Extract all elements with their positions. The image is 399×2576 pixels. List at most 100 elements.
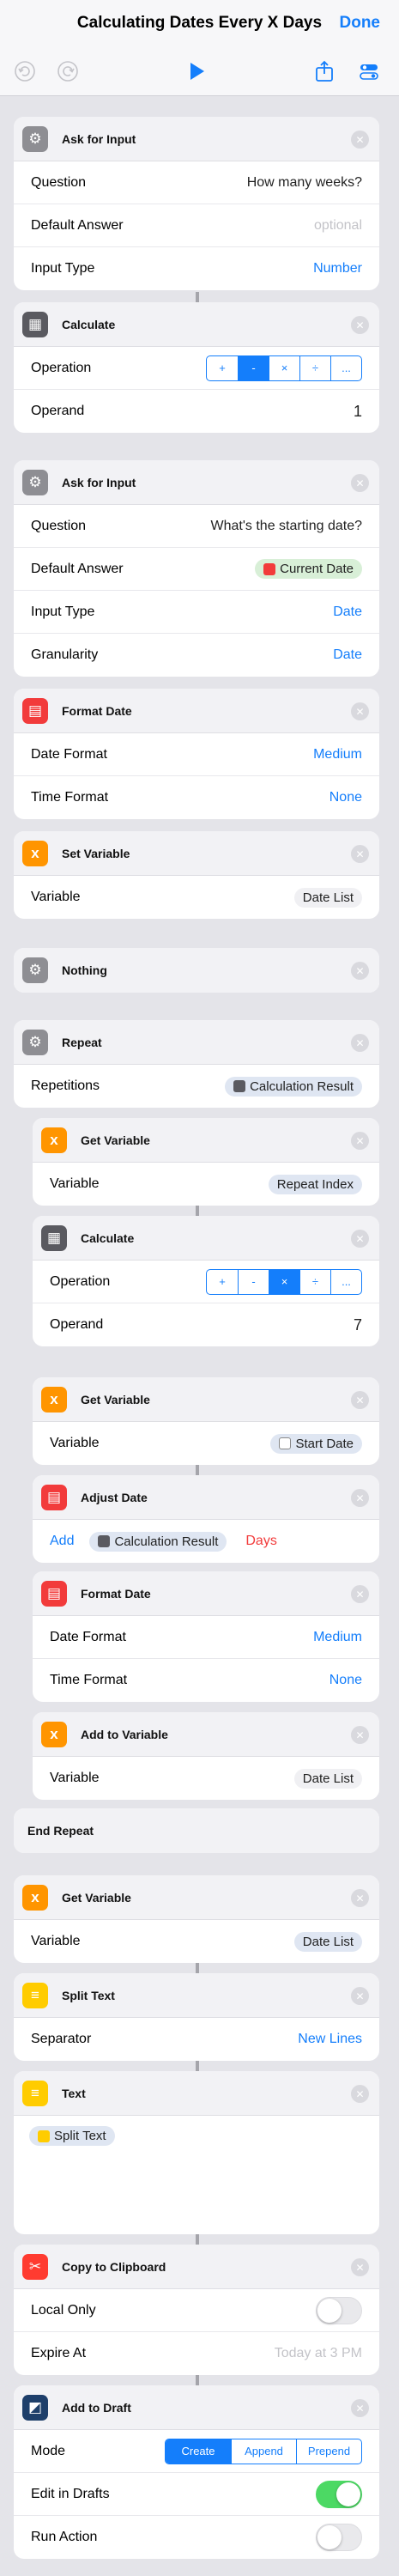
operation-segmented-control[interactable]: + - × ÷ ... [206,355,362,381]
close-icon[interactable]: ✕ [351,474,369,492]
redo-icon[interactable] [57,60,79,82]
current-date-token[interactable]: Current Date [255,559,362,579]
action-title: Nothing [62,963,107,977]
operand-value[interactable]: 1 [354,403,362,421]
param-label: Mode [31,2443,66,2458]
close-icon[interactable]: ✕ [351,2085,369,2103]
close-icon[interactable]: ✕ [351,1230,369,1248]
op-divide[interactable]: ÷ [299,1269,330,1294]
action-end-repeat[interactable]: End Repeat [14,1808,379,1853]
close-icon[interactable]: ✕ [351,131,369,149]
action-repeat[interactable]: ⚙ Repeat ✕ Repetitions Calculation Result [14,1020,379,1108]
question-value[interactable]: How many weeks? [247,175,362,191]
op-plus[interactable]: + [207,356,238,380]
play-icon[interactable] [185,60,208,82]
close-icon[interactable]: ✕ [351,1391,369,1409]
action-add-to-variable[interactable]: x Add to Variable ✕ Variable Date List [33,1712,379,1800]
start-date-token[interactable]: Start Date [270,1433,362,1454]
calculation-result-token[interactable]: Calculation Result [89,1531,227,1552]
date-format-value[interactable]: Medium [313,1630,362,1645]
operation-segmented-control[interactable]: + - × ÷ ... [206,1268,362,1295]
action-adjust-date[interactable]: ▤ Adjust Date ✕ Add Calculation Result Day… [33,1475,379,1563]
local-only-toggle[interactable] [316,2296,362,2324]
action-ask-for-input[interactable]: ⚙ Ask for Input ✕ Question What's the start… [14,460,379,677]
op-multiply[interactable]: × [269,355,299,380]
op-minus[interactable]: - [238,355,269,380]
expire-at-placeholder[interactable]: Today at 3 PM [275,2346,362,2361]
settings-icon[interactable] [358,60,380,82]
action-calculate[interactable]: ▦ Calculate ✕ Operation + - × ÷ ... Operan… [14,302,379,433]
calculation-result-token[interactable]: Calculation Result [225,1076,362,1097]
close-icon[interactable]: ✕ [351,1585,369,1603]
close-icon[interactable]: ✕ [351,1987,369,2005]
mode-prepend[interactable]: Prepend [296,2439,361,2464]
action-format-date[interactable]: ▤ Format Date ✕ Date Format Medium Time For… [33,1571,379,1702]
close-icon[interactable]: ✕ [351,2258,369,2276]
run-action-toggle[interactable] [316,2524,362,2551]
undo-icon[interactable] [14,60,36,82]
close-icon[interactable]: ✕ [351,962,369,980]
param-label: Operation [50,1273,111,1289]
operation-add[interactable]: Add [50,1534,74,1549]
split-text-token[interactable]: Split Text [29,2126,115,2146]
edit-in-drafts-toggle[interactable] [316,2480,362,2508]
time-format-value[interactable]: None [329,790,362,805]
op-minus[interactable]: - [238,1269,269,1294]
date-list-token[interactable]: Date List [293,1931,362,1952]
op-more[interactable]: ... [330,355,361,380]
param-label: Edit in Drafts [31,2486,110,2501]
done-button[interactable]: Done [340,14,381,33]
mode-append[interactable]: Append [231,2439,296,2464]
mode-segmented-control[interactable]: Create Append Prepend [165,2438,362,2464]
input-type-value[interactable]: Number [313,261,362,276]
separator-value[interactable]: New Lines [298,2032,362,2047]
action-add-to-draft[interactable]: ◩ Add to Draft ✕ Mode Create Append Prepen… [14,2385,379,2559]
granularity-value[interactable]: Date [333,647,362,663]
action-split-text[interactable]: ≡ Split Text ✕ Separator New Lines [14,1973,379,2061]
variable-name[interactable]: Date List [293,887,362,908]
op-more[interactable]: ... [330,1269,361,1294]
action-title: Ask for Input [62,131,136,146]
action-copy-to-clipboard[interactable]: ✂ Copy to Clipboard ✕ Local Only Expire At… [14,2245,379,2375]
close-icon[interactable]: ✕ [351,845,369,863]
close-icon[interactable]: ✕ [351,1726,369,1744]
action-format-date[interactable]: ▤ Format Date ✕ Date Format Medium Time For… [14,689,379,819]
text-body[interactable]: Split Text [14,2116,379,2157]
default-answer-placeholder[interactable]: optional [314,218,362,234]
unit-days[interactable]: Days [245,1534,276,1549]
close-icon[interactable]: ✕ [351,316,369,334]
mode-create[interactable]: Create [166,2439,231,2464]
scissors-icon: ✂ [22,2253,48,2280]
op-divide[interactable]: ÷ [299,355,330,380]
repeat-index-token[interactable]: Repeat Index [268,1174,362,1194]
close-icon[interactable]: ✕ [351,2399,369,2417]
op-multiply[interactable]: × [269,1269,299,1294]
op-plus[interactable]: + [207,1270,238,1294]
time-format-value[interactable]: None [329,1673,362,1688]
action-get-variable[interactable]: x Get Variable ✕ Variable Date List [14,1875,379,1963]
action-ask-for-input[interactable]: ⚙ Ask for Input ✕ Question How many weeks? … [14,117,379,290]
question-value[interactable]: What's the starting date? [211,519,362,534]
action-nothing[interactable]: ⚙ Nothing ✕ [14,948,379,993]
date-format-value[interactable]: Medium [313,747,362,762]
close-icon[interactable]: ✕ [351,1132,369,1150]
connector [196,1206,199,1216]
operand-value[interactable]: 7 [354,1316,362,1334]
action-title: Split Text [62,1988,115,2002]
close-icon[interactable]: ✕ [351,702,369,720]
variable-name[interactable]: Date List [293,1768,362,1789]
action-calculate[interactable]: ▦ Calculate ✕ Operation + - × ÷ ... Operan… [33,1216,379,1346]
share-icon[interactable] [313,60,336,82]
param-label: Granularity [31,647,99,662]
param-label: Time Format [50,1673,128,1687]
connector [196,2061,199,2071]
close-icon[interactable]: ✕ [351,1489,369,1507]
input-type-value[interactable]: Date [333,605,362,620]
action-get-variable[interactable]: x Get Variable ✕ Variable Repeat Index [33,1118,379,1206]
text-icon: ≡ [22,1982,48,2008]
action-text[interactable]: ≡ Text ✕ Split Text [14,2071,379,2234]
action-set-variable[interactable]: x Set Variable ✕ Variable Date List [14,831,379,919]
close-icon[interactable]: ✕ [351,1034,369,1052]
close-icon[interactable]: ✕ [351,1889,369,1907]
action-get-variable[interactable]: x Get Variable ✕ Variable Start Date [33,1377,379,1465]
